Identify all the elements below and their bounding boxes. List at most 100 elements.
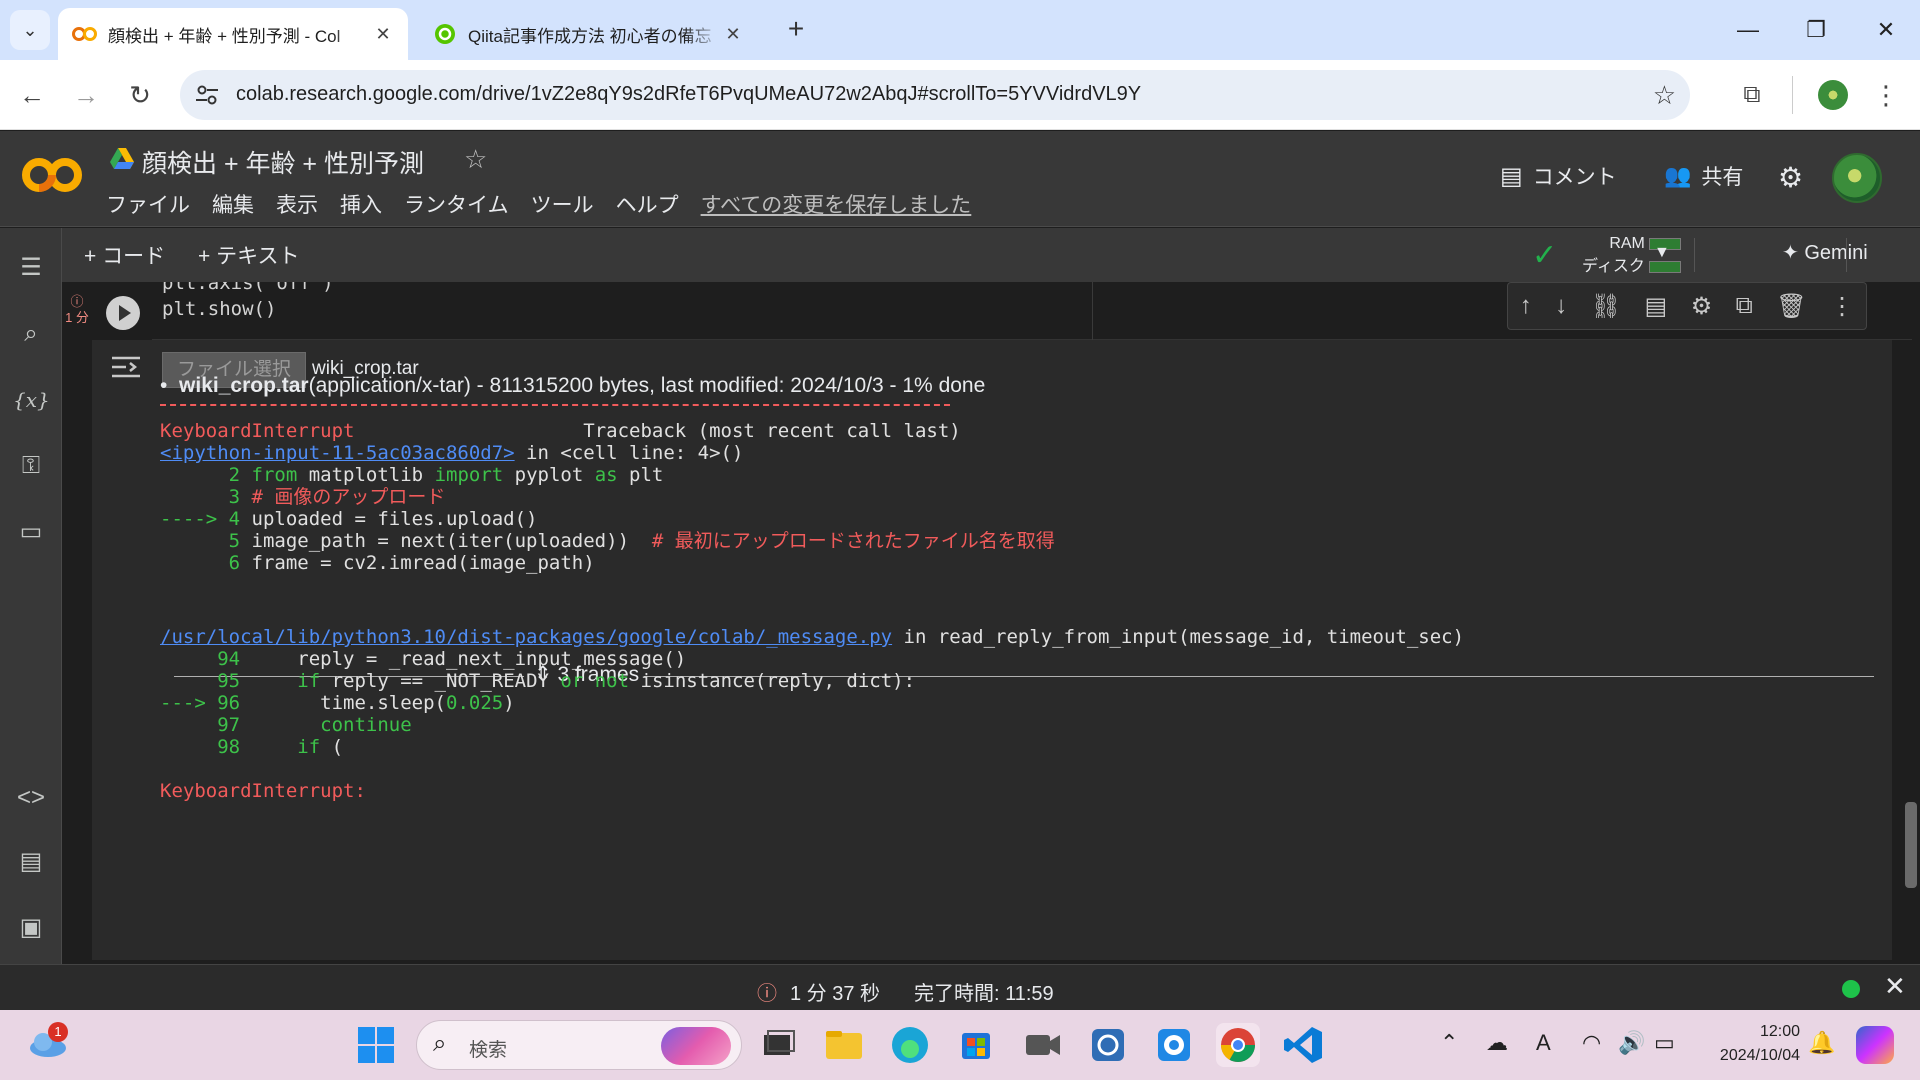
google-drive-icon[interactable] bbox=[110, 148, 134, 170]
app-icon[interactable] bbox=[1086, 1023, 1130, 1067]
notification-bell-icon[interactable]: 🔔 bbox=[1808, 1030, 1835, 1056]
search-icon[interactable]: ⌕ bbox=[13, 316, 49, 352]
user-avatar[interactable] bbox=[1832, 153, 1882, 203]
chevron-up-icon[interactable]: ⌃ bbox=[1440, 1030, 1458, 1056]
move-down-icon[interactable]: ↓ bbox=[1555, 292, 1567, 320]
battery-icon[interactable]: ▭ bbox=[1654, 1030, 1675, 1056]
vscode-icon[interactable] bbox=[1282, 1023, 1326, 1067]
settings-gear-icon[interactable]: ⚙ bbox=[1691, 292, 1713, 321]
menu-view[interactable]: 表示 bbox=[276, 189, 318, 219]
upload-file-name: wiki_crop.tar bbox=[179, 374, 309, 397]
terminal-icon[interactable]: ▣ bbox=[13, 910, 49, 946]
tab-title: 顔検出 + 年齢 + 性別予測 - Col bbox=[108, 26, 341, 46]
close-icon[interactable]: ✕ bbox=[1884, 971, 1906, 1002]
run-cell-button[interactable] bbox=[106, 296, 140, 330]
speaker-icon[interactable]: 🔊 bbox=[1618, 1030, 1645, 1056]
gemini-label: Gemini bbox=[1804, 242, 1868, 264]
settings-gear-icon[interactable]: ⚙ bbox=[1778, 161, 1803, 194]
share-label: 共有 bbox=[1701, 166, 1744, 189]
folder-icon[interactable]: ▭ bbox=[13, 514, 49, 550]
menu-edit[interactable]: 編集 bbox=[212, 189, 254, 219]
close-icon[interactable]: ✕ bbox=[722, 23, 744, 45]
output-actions-icon[interactable] bbox=[110, 352, 142, 382]
window-close-icon[interactable]: ✕ bbox=[1866, 14, 1906, 46]
menu-file[interactable]: ファイル bbox=[106, 189, 190, 219]
address-bar[interactable]: colab.research.google.com/drive/1vZ2e8qY… bbox=[180, 70, 1690, 120]
close-icon[interactable]: ✕ bbox=[372, 23, 394, 45]
error-icon: ⓘ bbox=[70, 294, 84, 309]
connection-status-dot[interactable] bbox=[1842, 980, 1860, 998]
menu-help[interactable]: ヘルプ bbox=[616, 189, 679, 219]
qiita-icon bbox=[432, 23, 458, 45]
notification-badge: 1 bbox=[48, 1022, 68, 1042]
move-up-icon[interactable]: ↑ bbox=[1520, 292, 1532, 320]
exec-time: 1 分 bbox=[65, 310, 89, 325]
traceback-title: Traceback (most recent call last) bbox=[583, 420, 961, 442]
save-status-link[interactable]: すべての変更を保存しました bbox=[701, 189, 972, 219]
chrome-browser-icon[interactable] bbox=[1216, 1023, 1260, 1067]
runtime-dropdown-icon[interactable]: ▼ bbox=[1654, 244, 1670, 262]
code-snippets-icon[interactable]: <> bbox=[13, 780, 49, 816]
windows-start-icon[interactable] bbox=[354, 1023, 398, 1067]
link-icon[interactable]: ⛓ bbox=[1591, 292, 1621, 321]
video-app-icon[interactable] bbox=[1020, 1023, 1064, 1067]
wifi-icon[interactable]: ◠ bbox=[1582, 1030, 1601, 1056]
add-code-button[interactable]: + コード bbox=[84, 240, 165, 270]
back-arrow-icon[interactable]: ← bbox=[14, 77, 50, 113]
file-explorer-icon[interactable] bbox=[822, 1023, 866, 1067]
ime-indicator[interactable]: A bbox=[1536, 1030, 1551, 1056]
browser-tab-colab[interactable]: 顔検出 + 年齢 + 性別予測 - Col ✕ bbox=[58, 8, 408, 60]
completion-time: 完了時間: 11:59 bbox=[914, 983, 1054, 1005]
comment-icon[interactable]: ▤ bbox=[1645, 292, 1668, 321]
tab-search-button[interactable]: ⌄ bbox=[10, 10, 50, 50]
app-icon[interactable] bbox=[1152, 1023, 1196, 1067]
minimize-icon[interactable]: — bbox=[1728, 14, 1768, 46]
site-settings-icon[interactable] bbox=[194, 83, 220, 107]
execution-error-badge: ⓘ 1 分 bbox=[64, 294, 90, 326]
add-text-button[interactable]: + テキスト bbox=[198, 240, 299, 270]
error-icon: ⓘ bbox=[757, 983, 777, 1005]
reload-icon[interactable]: ↻ bbox=[122, 77, 158, 113]
colab-logo[interactable] bbox=[20, 153, 84, 197]
edge-browser-icon[interactable] bbox=[888, 1023, 932, 1067]
menu-tools[interactable]: ツール bbox=[531, 189, 594, 219]
menu-insert[interactable]: 挿入 bbox=[340, 189, 382, 219]
url-text: colab.research.google.com/drive/1vZ2e8qY… bbox=[236, 83, 1142, 105]
gemini-button[interactable]: ✦ Gemini bbox=[1782, 240, 1868, 265]
microsoft-store-icon[interactable] bbox=[954, 1023, 998, 1067]
taskbar-search[interactable]: ⌕ 検索 bbox=[416, 1020, 742, 1070]
comment-label: コメント bbox=[1532, 166, 1617, 189]
notebook-title[interactable]: 顔検出 + 年齢 + 性別予測 bbox=[142, 144, 424, 180]
bookmark-star-icon[interactable]: ☆ bbox=[1653, 80, 1676, 111]
command-palette-icon[interactable]: ▤ bbox=[13, 844, 49, 880]
module-source-link[interactable]: /usr/local/lib/python3.10/dist-packages/… bbox=[160, 626, 892, 648]
extensions-icon[interactable]: ⧉ bbox=[1734, 77, 1770, 113]
task-view-icon[interactable] bbox=[756, 1023, 800, 1067]
new-tab-button[interactable]: + bbox=[780, 14, 812, 46]
menu-runtime[interactable]: ランタイム bbox=[404, 189, 509, 219]
browser-tab-qiita[interactable]: Qiita記事作成方法 初心者の備忘 ✕ bbox=[418, 8, 758, 60]
notebook-scrollbar[interactable] bbox=[1905, 802, 1917, 888]
restore-icon[interactable]: ❐ bbox=[1796, 14, 1836, 46]
delete-trash-icon[interactable]: 🗑 bbox=[1776, 292, 1806, 321]
table-of-contents-icon[interactable]: ☰ bbox=[13, 250, 49, 286]
secrets-key-icon[interactable]: ⚿ bbox=[13, 448, 49, 484]
colab-header: 顔検出 + 年齢 + 性別予測 ☆ ファイル 編集 表示 挿入 ランタイム ツー… bbox=[0, 131, 1920, 227]
system-clock[interactable]: 12:00 2024/10/04 bbox=[1700, 1020, 1800, 1068]
clock-date: 2024/10/04 bbox=[1719, 1047, 1800, 1064]
share-button[interactable]: 👥 共有 bbox=[1664, 161, 1743, 191]
copilot-icon[interactable] bbox=[1856, 1026, 1894, 1064]
more-vert-icon[interactable]: ⋮ bbox=[1830, 292, 1854, 321]
windows-taskbar: 1 ⌕ 検索 ⌃ ☁ A ◠ 🔊 ▭ 12:00 2024/10/04 🔔 bbox=[0, 1010, 1920, 1080]
variables-icon[interactable]: {x} bbox=[13, 382, 50, 418]
more-vert-icon[interactable]: ⋮ bbox=[1868, 77, 1904, 113]
code-line: plt.axis('off') bbox=[162, 282, 334, 294]
profile-avatar[interactable] bbox=[1818, 80, 1848, 110]
comment-button[interactable]: ▤ コメント bbox=[1500, 161, 1617, 191]
input-location: in <cell line: 4>() bbox=[514, 442, 744, 464]
cloud-sync-icon[interactable]: ☁ bbox=[1486, 1030, 1508, 1056]
star-icon[interactable]: ☆ bbox=[464, 144, 487, 175]
forward-arrow-icon[interactable]: → bbox=[68, 77, 104, 113]
input-source-link[interactable]: <ipython-input-11-5ac03ac860d7> bbox=[160, 442, 515, 464]
mirror-cell-icon[interactable]: ⧉ bbox=[1736, 292, 1753, 320]
